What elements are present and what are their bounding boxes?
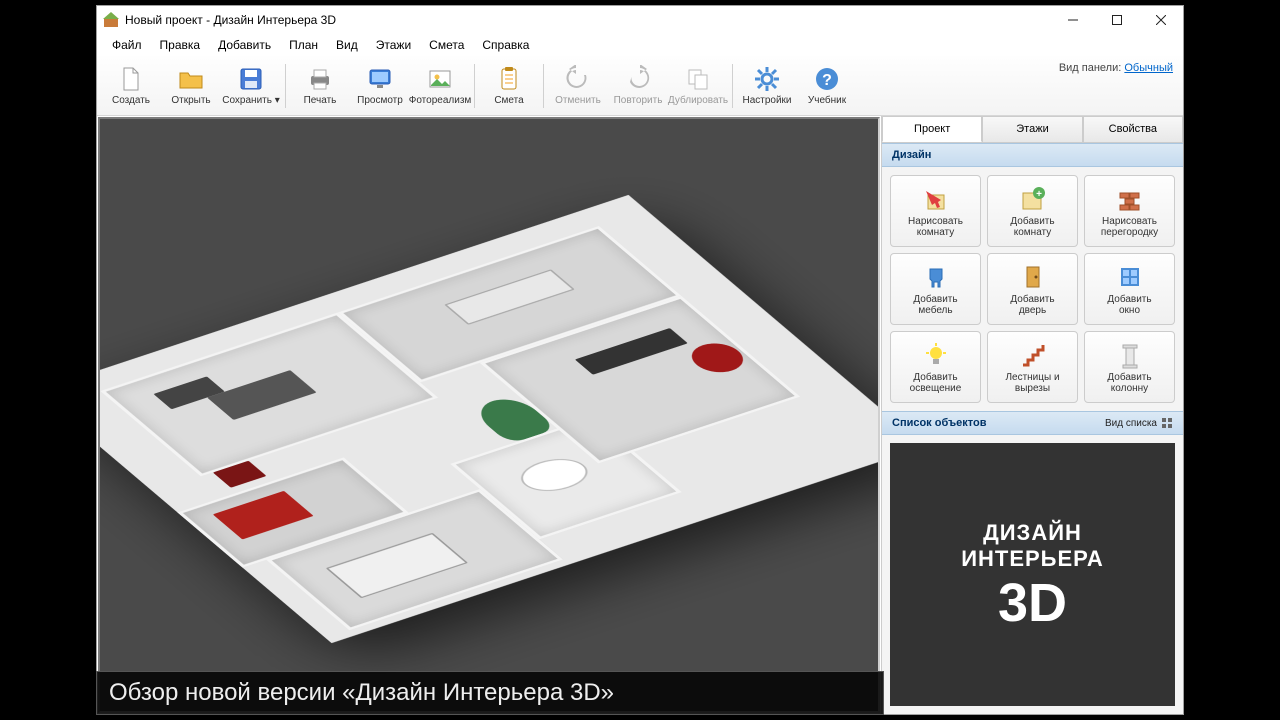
tab-0[interactable]: Проект: [882, 116, 982, 142]
redo-icon: [624, 65, 652, 93]
toolbar: СоздатьОткрытьСохранить ▾ПечатьПросмотрФ…: [97, 56, 1183, 116]
menu-5[interactable]: Этажи: [367, 36, 420, 54]
object-list-header: Список объектов Вид списка: [882, 411, 1183, 435]
tab-1[interactable]: Этажи: [982, 116, 1082, 142]
svg-text:?: ?: [822, 72, 832, 89]
chair-icon: [922, 263, 950, 291]
main-area: ПроектЭтажиСвойства Дизайн Нарисоватьком…: [97, 116, 1183, 714]
menu-4[interactable]: Вид: [327, 36, 367, 54]
tool-redo: Повторить: [608, 58, 668, 114]
window-controls: [1051, 6, 1183, 34]
promo-line-2: ИНТЕРЬЕРА: [961, 546, 1104, 572]
menu-7[interactable]: Справка: [473, 36, 538, 54]
tool-help[interactable]: ?Учебник: [797, 58, 857, 114]
light-icon: [922, 341, 950, 369]
column-icon: [1116, 341, 1144, 369]
duplicate-icon: [684, 65, 712, 93]
tool-gear[interactable]: Настройки: [737, 58, 797, 114]
caption-text: Обзор новой версии «Дизайн Интерьера 3D»: [109, 679, 614, 707]
tool-duplicate: Дублировать: [668, 58, 728, 114]
app-window: Новый проект - Дизайн Интерьера 3D ФайлП…: [96, 5, 1184, 715]
side-tabs: ПроектЭтажиСвойства: [882, 116, 1183, 143]
design-add-room[interactable]: +Добавитькомнату: [987, 175, 1078, 247]
menu-0[interactable]: Файл: [103, 36, 151, 54]
panel-type-value[interactable]: Обычный: [1124, 62, 1173, 74]
design-window[interactable]: Добавитьокно: [1084, 253, 1175, 325]
window-icon: [1116, 263, 1144, 291]
list-view-icon: [1161, 417, 1173, 429]
design-stairs[interactable]: Лестницы ивырезы: [987, 331, 1078, 403]
photo-icon: [426, 65, 454, 93]
toolbar-separator: [732, 64, 733, 108]
tool-save[interactable]: Сохранить ▾: [221, 58, 281, 114]
titlebar: Новый проект - Дизайн Интерьера 3D: [97, 6, 1183, 34]
maximize-button[interactable]: [1095, 6, 1139, 34]
menu-6[interactable]: Смета: [420, 36, 473, 54]
viewport-3d[interactable]: [98, 117, 880, 713]
promo-line-3: 3D: [998, 576, 1067, 630]
stairs-icon: [1019, 341, 1047, 369]
design-tools-grid: Нарисоватькомнату+ДобавитькомнатуНарисов…: [882, 167, 1183, 411]
minimize-button[interactable]: [1051, 6, 1095, 34]
toolbar-separator: [285, 64, 286, 108]
folder-icon: [177, 65, 205, 93]
design-draw-room[interactable]: Нарисоватькомнату: [890, 175, 981, 247]
save-icon: [237, 65, 265, 93]
clipboard-icon: [495, 65, 523, 93]
panel-type-selector[interactable]: Вид панели: Обычный: [1059, 62, 1173, 74]
menu-1[interactable]: Правка: [151, 36, 210, 54]
help-icon: ?: [813, 65, 841, 93]
close-button[interactable]: [1139, 6, 1183, 34]
tool-file[interactable]: Создать: [101, 58, 161, 114]
design-wall[interactable]: Нарисоватьперегородку: [1084, 175, 1175, 247]
draw-room-icon: [922, 185, 950, 213]
tool-photo[interactable]: Фотореализм: [410, 58, 470, 114]
toolbar-separator: [474, 64, 475, 108]
tab-2[interactable]: Свойства: [1083, 116, 1183, 142]
monitor-icon: [366, 65, 394, 93]
tool-clipboard[interactable]: Смета: [479, 58, 539, 114]
svg-text:+: +: [1036, 189, 1042, 200]
file-icon: [117, 65, 145, 93]
design-column[interactable]: Добавитьколонну: [1084, 331, 1175, 403]
wall-icon: [1116, 185, 1144, 213]
app-icon: [103, 12, 119, 28]
video-caption: Обзор новой версии «Дизайн Интерьера 3D»: [96, 671, 884, 715]
promo-banner: ДИЗАЙН ИНТЕРЬЕРА 3D: [890, 443, 1175, 706]
print-icon: [306, 65, 334, 93]
add-room-icon: +: [1019, 185, 1047, 213]
tool-undo: Отменить: [548, 58, 608, 114]
door-icon: [1019, 263, 1047, 291]
menu-3[interactable]: План: [280, 36, 327, 54]
design-chair[interactable]: Добавитьмебель: [890, 253, 981, 325]
tool-folder[interactable]: Открыть: [161, 58, 221, 114]
menubar: ФайлПравкаДобавитьПланВидЭтажиСметаСправ…: [97, 34, 1183, 56]
design-door[interactable]: Добавитьдверь: [987, 253, 1078, 325]
tool-print[interactable]: Печать: [290, 58, 350, 114]
window-title: Новый проект - Дизайн Интерьера 3D: [125, 13, 1051, 27]
side-panel: ПроектЭтажиСвойства Дизайн Нарисоватьком…: [881, 116, 1183, 714]
menu-2[interactable]: Добавить: [209, 36, 280, 54]
list-view-type[interactable]: Вид списка: [1105, 417, 1173, 429]
object-list-label: Список объектов: [892, 417, 986, 429]
undo-icon: [564, 65, 592, 93]
tool-monitor[interactable]: Просмотр: [350, 58, 410, 114]
panel-type-label: Вид панели:: [1059, 62, 1121, 74]
section-design-header: Дизайн: [882, 143, 1183, 167]
design-light[interactable]: Добавитьосвещение: [890, 331, 981, 403]
toolbar-separator: [543, 64, 544, 108]
gear-icon: [753, 65, 781, 93]
promo-line-1: ДИЗАЙН: [983, 520, 1082, 546]
